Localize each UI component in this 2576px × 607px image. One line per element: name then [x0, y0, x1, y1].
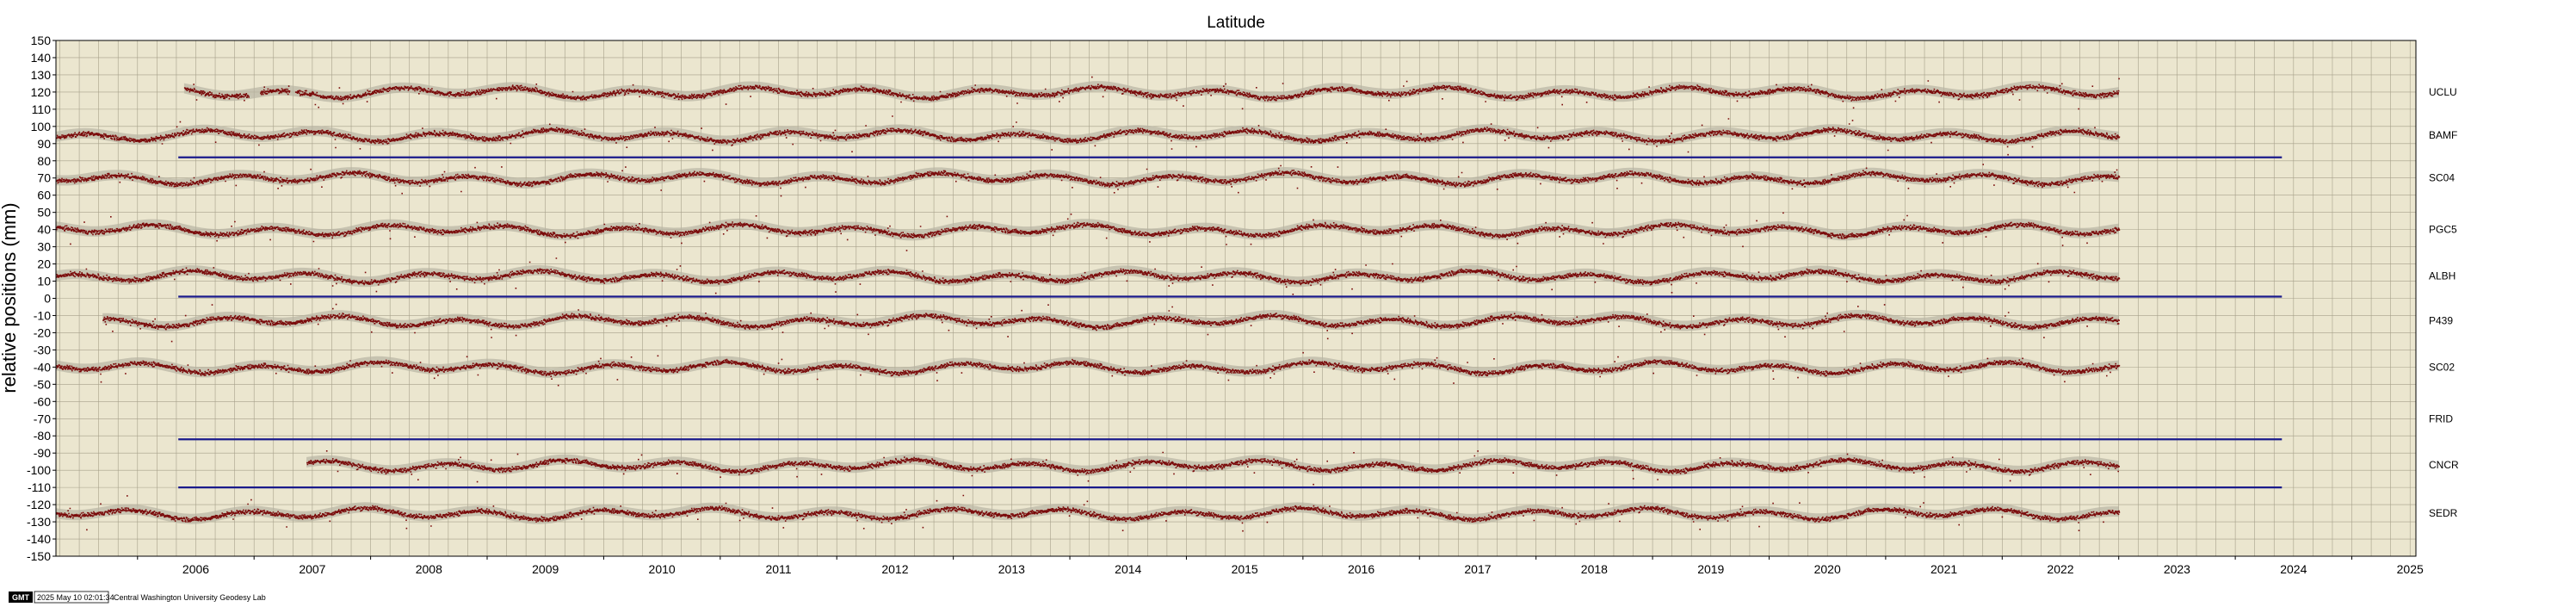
x-tick-label: 2016 [1348, 562, 1374, 576]
y-tick-label: 100 [31, 120, 52, 133]
y-tick-label: -120 [27, 498, 51, 511]
x-tick-label: 2020 [1814, 562, 1841, 576]
y-tick-label: 110 [32, 102, 52, 116]
x-tick-label: 2014 [1115, 562, 1141, 576]
site-label: P439 [2429, 314, 2453, 326]
x-tick-label: 2009 [532, 562, 559, 576]
x-tick-label: 2015 [1232, 562, 1258, 576]
gmt-logo-text: GMT [12, 593, 29, 602]
y-tick-label: -100 [27, 463, 51, 477]
y-tick-label: 80 [37, 154, 51, 168]
x-tick-label: 2022 [2047, 562, 2073, 576]
y-axis-label: relative positions (mm) [0, 202, 20, 393]
y-tick-label: 40 [37, 223, 51, 237]
credit-text: Central Washington University Geodesy La… [114, 593, 266, 602]
y-tick-label: -130 [27, 515, 51, 529]
y-tick-label: -80 [34, 429, 51, 443]
x-tick-label: 2008 [416, 562, 442, 576]
y-tick-label: -150 [27, 549, 51, 563]
x-tick-label: 2012 [881, 562, 908, 576]
y-tick-label: 70 [37, 171, 51, 185]
site-label: SEDR [2429, 507, 2458, 519]
x-tick-label: 2013 [998, 562, 1025, 576]
y-tick-label: 20 [37, 257, 51, 271]
site-label: UCLU [2429, 86, 2457, 98]
y-tick-label: 50 [37, 206, 51, 220]
y-tick-label: 30 [37, 240, 51, 254]
y-tick-label: -50 [34, 377, 51, 391]
x-tick-label: 2019 [1697, 562, 1724, 576]
site-labels: UCLU BAMF SC04 PGC5 ALBH P439 SC02 FRID CNCR SEDR [2429, 86, 2459, 519]
chart-title: Latitude [1207, 14, 1265, 32]
site-label: SC02 [2429, 361, 2455, 373]
y-tick-label: 120 [31, 85, 52, 99]
timestamp: 2025 May 10 02:01:34 [37, 593, 114, 602]
site-label: SC04 [2429, 172, 2455, 184]
x-tick-label: 2007 [299, 562, 325, 576]
y-tick-label: 140 [31, 51, 52, 65]
site-label: FRID [2429, 412, 2453, 424]
latitude-chart: 1501401301201101009080706050403020100-10… [0, 14, 2459, 604]
site-label: ALBH [2429, 270, 2456, 282]
y-tick-label: -70 [34, 412, 51, 425]
y-tick-label: 90 [37, 137, 51, 151]
y-tick-label: -110 [28, 480, 51, 494]
x-tick-label: 2010 [649, 562, 676, 576]
y-tick-label: 150 [31, 34, 52, 47]
site-label: CNCR [2429, 459, 2459, 471]
x-tick-label: 2017 [1464, 562, 1491, 576]
y-tick-label: -140 [27, 532, 51, 546]
x-tick-label: 2021 [1930, 562, 1957, 576]
y-tick-label: 130 [31, 68, 52, 82]
y-tick-label: 10 [37, 275, 51, 288]
y-tick-label: -30 [34, 343, 51, 356]
x-tick-label: 2024 [2280, 562, 2307, 576]
y-tick-label: -10 [34, 308, 51, 322]
footer-stamp: GMT 2025 May 10 02:01:34 Central Washing… [9, 591, 266, 604]
x-tick-label: 2011 [765, 562, 791, 576]
y-tick-label: 0 [44, 292, 51, 306]
y-tick-label: -90 [34, 446, 51, 460]
y-axis-ticks: 1501401301201101009080706050403020100-10… [27, 34, 56, 563]
y-tick-label: -60 [34, 394, 51, 408]
y-tick-label: -40 [34, 360, 51, 374]
x-tick-label: 2006 [182, 562, 209, 576]
y-tick-label: -20 [34, 325, 51, 339]
site-label: PGC5 [2429, 224, 2457, 236]
site-label: BAMF [2429, 129, 2457, 141]
x-axis-ticks: 2006 2007 2008 2009 2010 2011 2012 2013 2014 2015… [137, 556, 2424, 576]
x-tick-label: 2025 [2397, 562, 2424, 576]
y-tick-label: 60 [37, 189, 51, 202]
x-tick-label: 2018 [1581, 562, 1608, 576]
x-tick-label: 2023 [2164, 562, 2190, 576]
